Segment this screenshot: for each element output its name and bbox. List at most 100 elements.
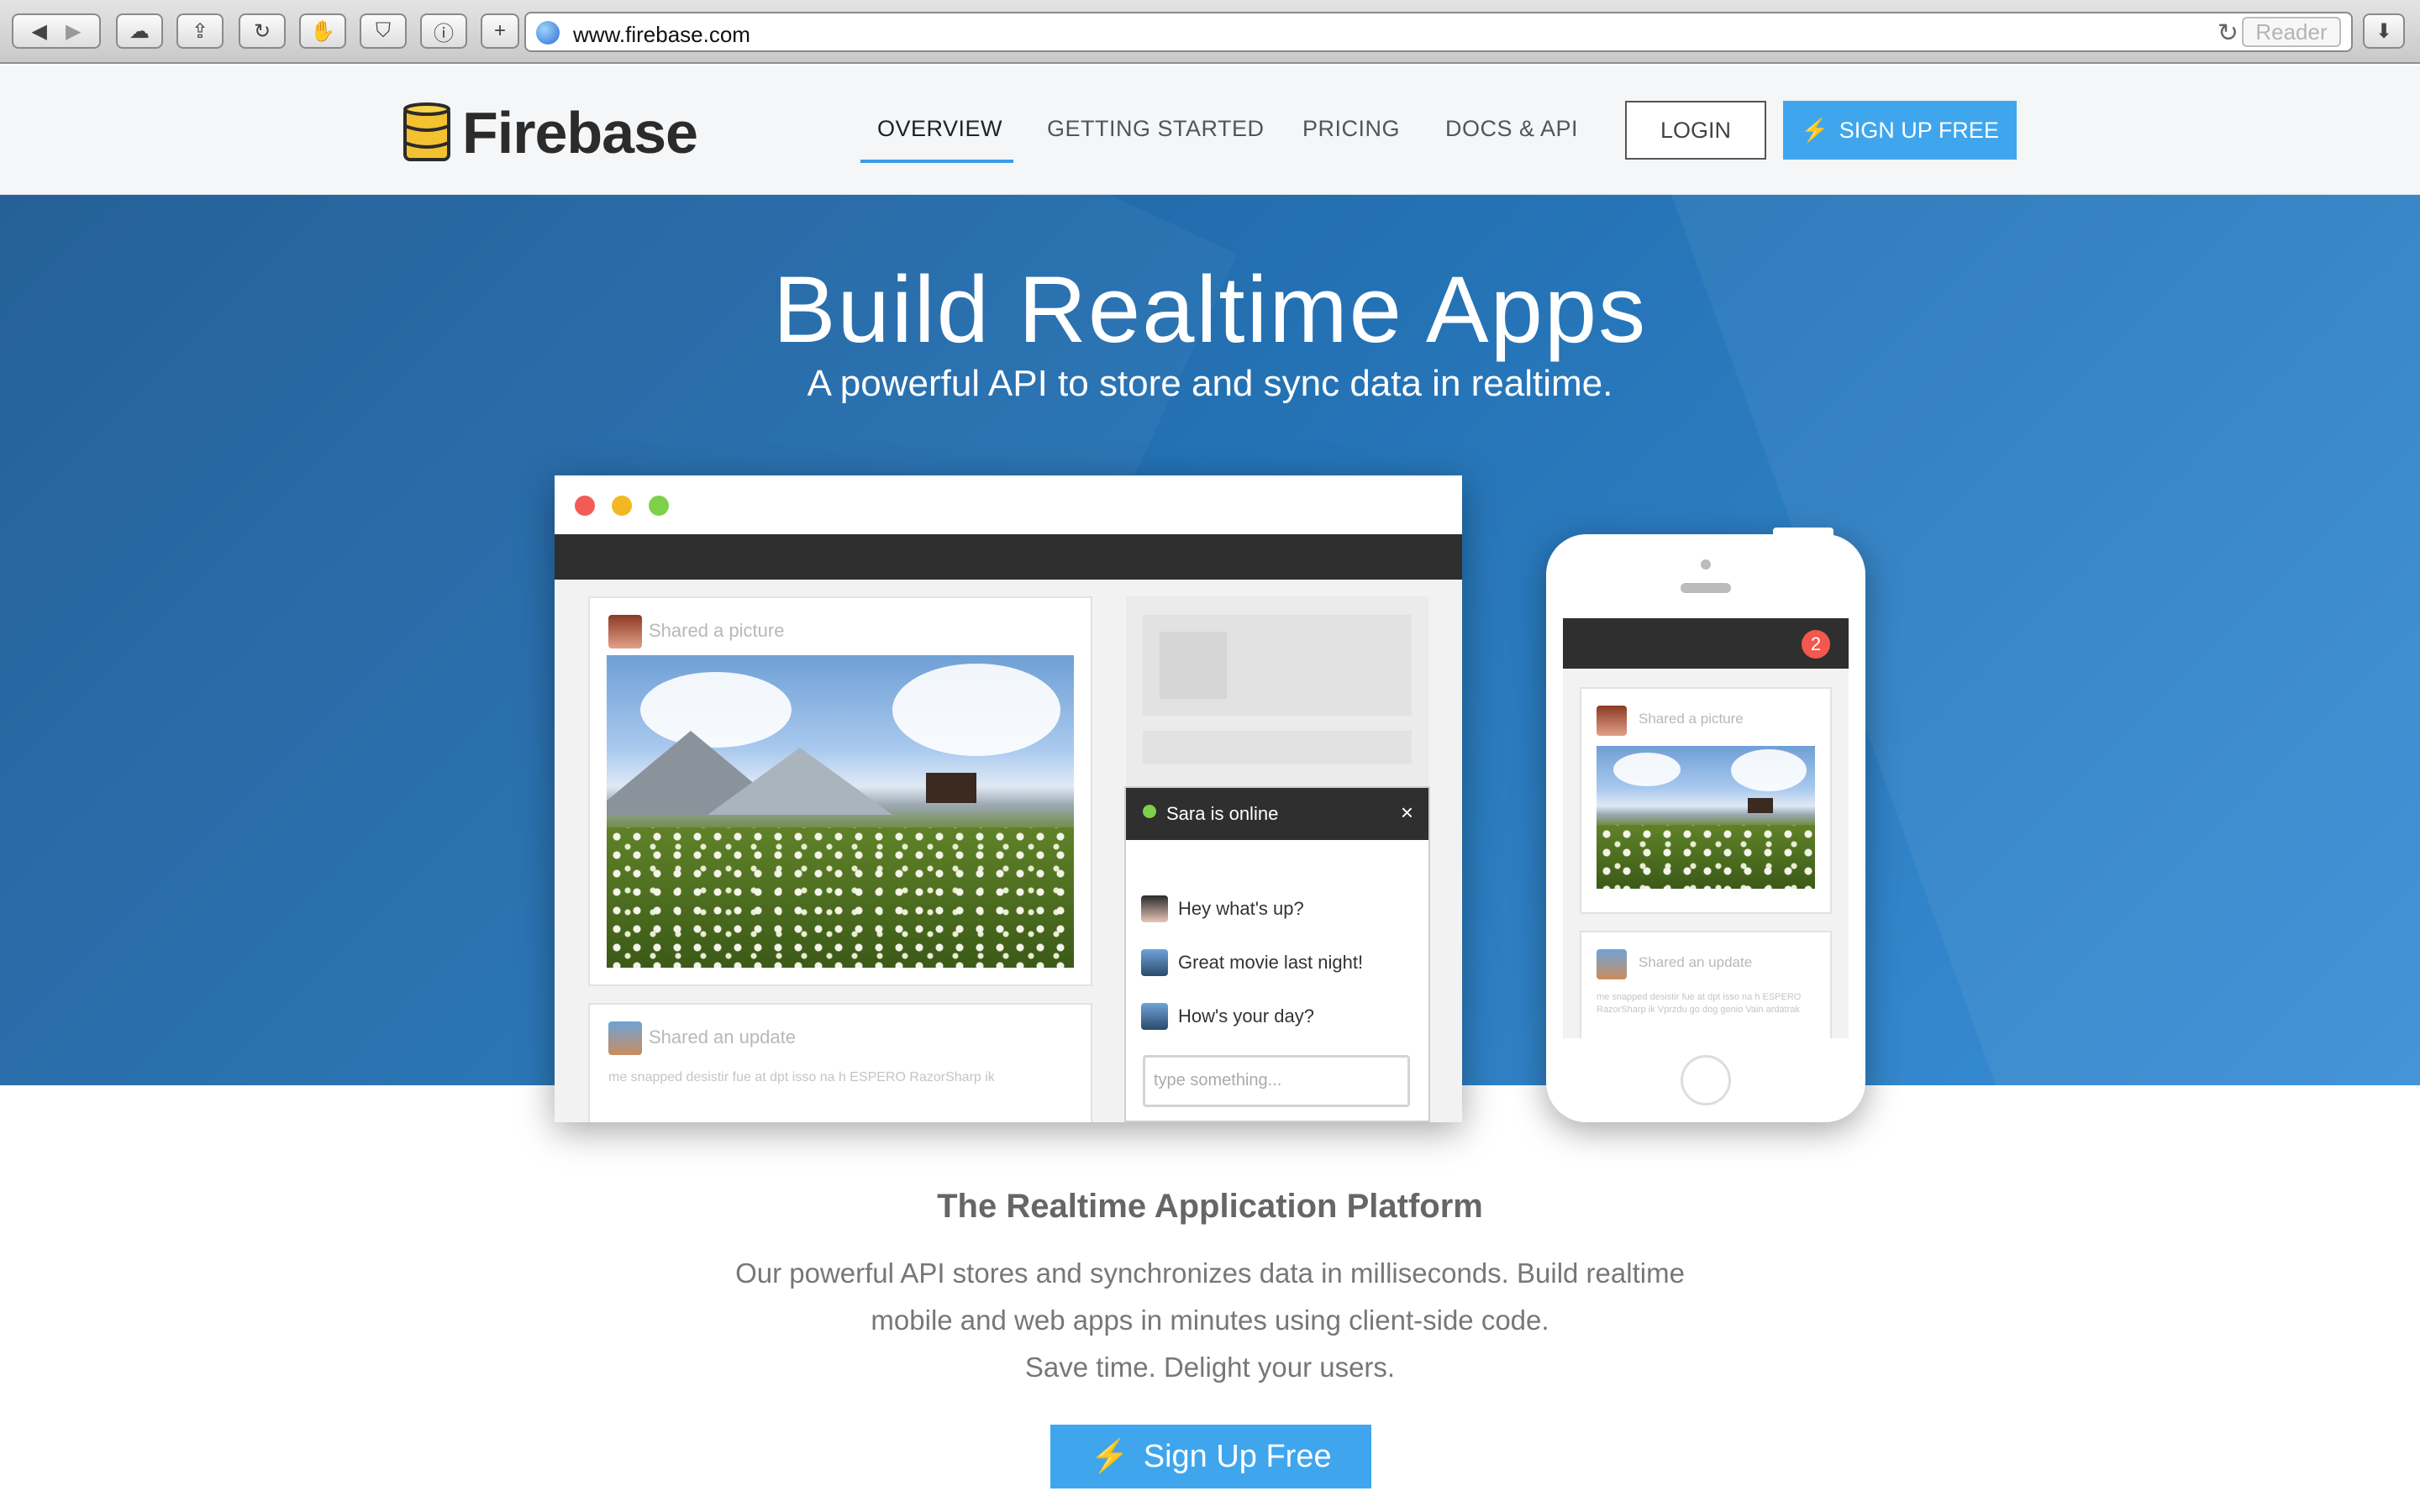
avatar bbox=[608, 1021, 642, 1055]
online-status-icon bbox=[1143, 805, 1156, 818]
phone-card-picture: Shared a picture bbox=[1580, 687, 1832, 914]
lightning-icon: ⚡ bbox=[1090, 1439, 1130, 1474]
avatar bbox=[1597, 706, 1627, 736]
flower-meadow bbox=[1597, 824, 1815, 889]
phone-card-update: Shared an update me snapped desistir fue… bbox=[1580, 931, 1832, 1038]
app-toolbar bbox=[555, 534, 1462, 580]
card-snippet: me snapped desistir fue at dpt isso na h… bbox=[608, 1070, 995, 1084]
card-title: Shared a picture bbox=[1639, 711, 1744, 727]
active-nav-underline bbox=[860, 160, 1013, 163]
flower-meadow bbox=[607, 827, 1074, 968]
plus-icon: + bbox=[493, 19, 506, 42]
placeholder-thumb bbox=[1160, 632, 1227, 699]
nav-pricing[interactable]: PRICING bbox=[1302, 116, 1400, 142]
reload-icon[interactable]: ↻ bbox=[2217, 18, 2238, 48]
card-title: Shared an update bbox=[649, 1026, 796, 1047]
pocket-button[interactable]: ⛉ bbox=[360, 13, 407, 49]
card-snippet: me snapped desistir fue at dpt isso na h… bbox=[1597, 992, 1802, 1015]
description-line: Our powerful API stores and synchronizes… bbox=[735, 1257, 1685, 1289]
phone-mockup: 2 Shared a picture Shared an update me s… bbox=[1546, 534, 1865, 1122]
signup-label: SIGN UP FREE bbox=[1839, 117, 1999, 143]
lightning-icon: ⚡ bbox=[1801, 118, 1829, 143]
cloud bbox=[892, 664, 1060, 756]
hero-subtitle: A powerful API to store and sync data in… bbox=[807, 363, 1613, 404]
feed-card-update: Shared an update me snapped desistir fue… bbox=[588, 1003, 1092, 1122]
nav-overview[interactable]: OVERVIEW bbox=[877, 116, 1002, 142]
globe-icon bbox=[536, 21, 560, 45]
firebase-logo[interactable]: Firebase bbox=[403, 99, 698, 166]
extension-button[interactable]: ✋ bbox=[299, 13, 346, 49]
back-forward-buttons[interactable]: ◀ ▶ bbox=[12, 13, 101, 49]
chat-status: Sara is online bbox=[1166, 803, 1279, 824]
cloud-icon: ☁ bbox=[129, 19, 150, 43]
feed-card-picture: Shared a picture bbox=[588, 596, 1092, 986]
phone-app-bar: 2 bbox=[1563, 618, 1849, 669]
chat-message: How's your day? bbox=[1141, 1003, 1314, 1030]
landscape-photo bbox=[1597, 746, 1815, 889]
card-title: Shared a picture bbox=[649, 620, 785, 641]
nav-getting-started[interactable]: GETTING STARTED bbox=[1047, 116, 1265, 142]
hut bbox=[926, 773, 976, 803]
placeholder-block bbox=[1143, 615, 1412, 716]
pocket-icon: ⛉ bbox=[376, 19, 391, 42]
downloads-button[interactable]: ⬇ bbox=[2363, 13, 2405, 49]
zoom-dot bbox=[649, 496, 669, 516]
reader-button[interactable]: Reader bbox=[2242, 17, 2341, 47]
card-title: Shared an update bbox=[1639, 954, 1753, 970]
message-text: Hey what's up? bbox=[1178, 898, 1304, 919]
speaker bbox=[1681, 583, 1731, 593]
notification-badge[interactable]: 2 bbox=[1802, 630, 1830, 659]
hand-icon: ✋ bbox=[310, 19, 335, 43]
landscape-photo bbox=[607, 655, 1074, 968]
phone-screen: 2 Shared a picture Shared an update me s… bbox=[1563, 618, 1849, 1038]
avatar bbox=[1141, 1003, 1168, 1030]
avatar bbox=[1141, 949, 1168, 976]
platform-heading: The Realtime Application Platform bbox=[937, 1188, 1483, 1225]
cloud bbox=[1731, 749, 1807, 791]
browser-toolbar: ◀ ▶ ☁ ⇪ ↻ ✋ ⛉ ⓘ + www.firebase.com ↻ Rea… bbox=[0, 0, 2420, 64]
hut bbox=[1748, 798, 1773, 813]
nav-docs-api[interactable]: DOCS & API bbox=[1445, 116, 1578, 142]
message-text: Great movie last night! bbox=[1178, 952, 1364, 973]
camera-dot bbox=[1701, 559, 1711, 570]
login-button[interactable]: LOGIN bbox=[1625, 101, 1766, 160]
history-button[interactable]: ↻ bbox=[239, 13, 286, 49]
database-icon bbox=[403, 102, 450, 161]
avatar bbox=[1141, 895, 1168, 922]
cta-signup-button[interactable]: ⚡ Sign Up Free bbox=[1050, 1425, 1371, 1488]
minimize-dot bbox=[612, 496, 632, 516]
cloud bbox=[1613, 753, 1681, 786]
url-text[interactable]: www.firebase.com bbox=[573, 22, 750, 48]
share-button[interactable]: ⇪ bbox=[176, 13, 224, 49]
close-dot bbox=[575, 496, 595, 516]
chat-window: Sara is online × Hey what's up? Great mo… bbox=[1124, 786, 1430, 1122]
chat-message: Great movie last night! bbox=[1141, 949, 1363, 976]
placeholder-block bbox=[1143, 731, 1412, 764]
site-header: Firebase OVERVIEW GETTING STARTED PRICIN… bbox=[0, 66, 2420, 195]
avatar bbox=[1597, 949, 1627, 979]
new-tab-button[interactable]: + bbox=[481, 13, 519, 49]
close-icon[interactable]: × bbox=[1401, 800, 1413, 826]
signup-button[interactable]: ⚡ SIGN UP FREE bbox=[1783, 101, 2017, 160]
chat-header: Sara is online × bbox=[1126, 788, 1428, 840]
history-icon: ↻ bbox=[253, 19, 271, 43]
icloud-button[interactable]: ☁ bbox=[116, 13, 163, 49]
avatar bbox=[608, 615, 642, 648]
cta-label: Sign Up Free bbox=[1143, 1438, 1332, 1474]
chat-input[interactable]: type something... bbox=[1143, 1055, 1410, 1107]
share-icon: ⇪ bbox=[191, 19, 209, 43]
description-line: Save time. Delight your users. bbox=[1024, 1352, 1396, 1383]
forward-icon[interactable]: ▶ bbox=[66, 19, 81, 44]
info-button[interactable]: ⓘ bbox=[420, 13, 467, 49]
chat-message: Hey what's up? bbox=[1141, 895, 1304, 922]
platform-description: Our powerful API stores and synchronizes… bbox=[0, 1250, 2420, 1391]
home-button bbox=[1681, 1055, 1731, 1105]
message-text: How's your day? bbox=[1178, 1005, 1314, 1026]
address-bar[interactable]: www.firebase.com ↻ Reader bbox=[524, 12, 2353, 52]
mountain bbox=[708, 748, 892, 815]
back-icon[interactable]: ◀ bbox=[32, 19, 47, 44]
hero-title: Build Realtime Apps bbox=[772, 257, 1648, 362]
info-icon: ⓘ bbox=[434, 22, 454, 45]
description-line: mobile and web apps in minutes using cli… bbox=[871, 1305, 1549, 1336]
logo-text: Firebase bbox=[462, 100, 698, 165]
